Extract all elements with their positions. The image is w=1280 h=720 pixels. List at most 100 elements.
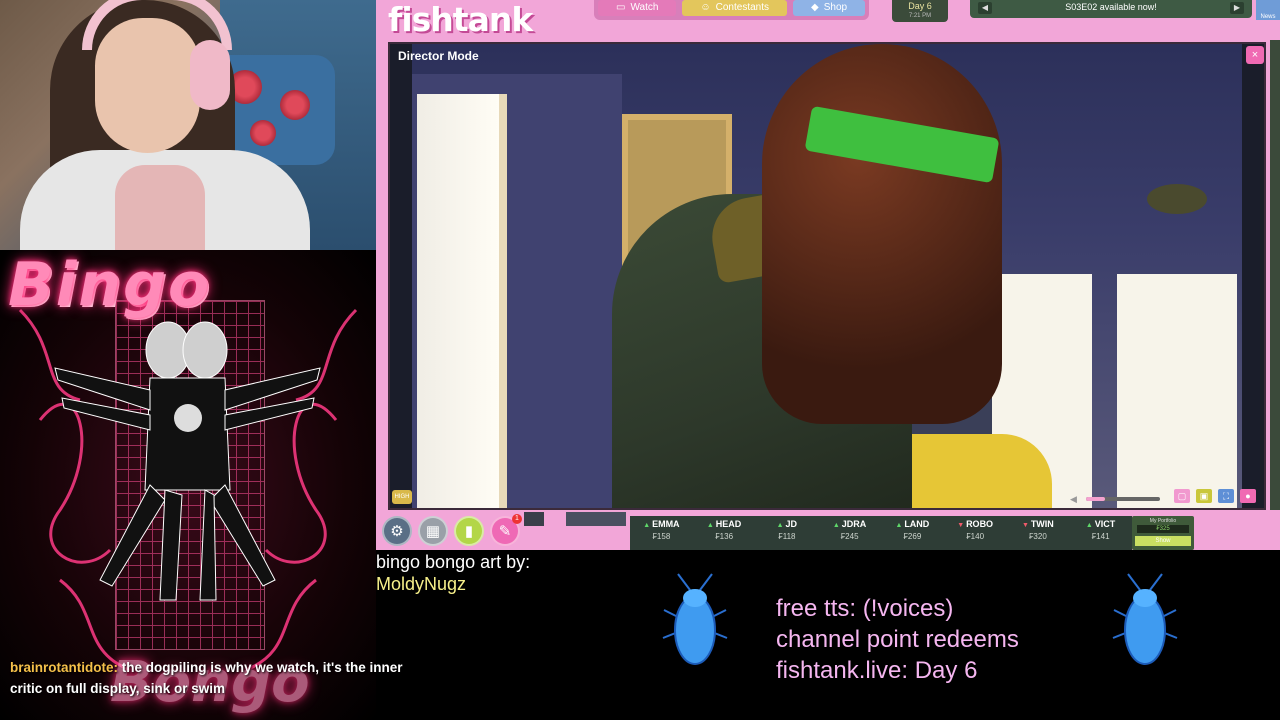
stock-item[interactable]: ▲ VICT ₣141 bbox=[1069, 516, 1132, 550]
stock-ticker-symbol: HEAD bbox=[715, 519, 742, 529]
day-label: Day 6 bbox=[908, 1, 932, 11]
ticker-prev-icon[interactable]: ◀ bbox=[978, 2, 992, 14]
toolbar-tab[interactable] bbox=[524, 512, 544, 526]
trophy-button[interactable]: ▮ bbox=[454, 516, 484, 546]
stock-item[interactable]: ▲ JDRA ₣245 bbox=[818, 516, 881, 550]
nav-watch-button[interactable]: ▭ Watch bbox=[598, 0, 677, 16]
news-tab[interactable]: News bbox=[1256, 0, 1280, 20]
stock-item[interactable]: ▲ JD ₣118 bbox=[756, 516, 819, 550]
portfolio-label: My Portfolio bbox=[1149, 518, 1177, 524]
pen-icon: ✎ bbox=[498, 523, 512, 540]
stock-name: ▼ TWIN bbox=[1007, 519, 1070, 529]
stock-name: ▲ JDRA bbox=[818, 519, 881, 529]
volume-fill bbox=[1086, 497, 1105, 501]
arrow-down-icon: ▼ bbox=[957, 522, 967, 529]
people-icon: ☺ bbox=[700, 2, 711, 13]
stock-ticker-symbol: VICT bbox=[1094, 519, 1116, 529]
portfolio-widget: My Portfolio ₣325 Show bbox=[1132, 516, 1194, 550]
settings-button[interactable]: ⚙ bbox=[382, 516, 412, 546]
headphone-icon bbox=[190, 40, 230, 110]
close-video-button[interactable]: × bbox=[1246, 46, 1264, 64]
scene-window bbox=[1117, 274, 1237, 508]
volume-icon[interactable]: ◀ bbox=[1070, 494, 1080, 504]
info-line-tts: free tts: (!voices) bbox=[776, 595, 954, 622]
ticker-text[interactable]: S03E02 available now! bbox=[1065, 2, 1157, 12]
portfolio-value: ₣325 bbox=[1137, 525, 1189, 533]
bingo-art-panel: Bingo Bongo bbox=[0, 250, 376, 720]
cart-icon: ◆ bbox=[811, 2, 819, 13]
webcam-rose bbox=[280, 90, 310, 120]
arrow-up-icon: ▲ bbox=[895, 522, 905, 529]
gear-icon: ⚙ bbox=[390, 523, 404, 540]
ticker-next-icon[interactable]: ▶ bbox=[1230, 2, 1244, 14]
stock-item[interactable]: ▼ ROBO ₣140 bbox=[944, 516, 1007, 550]
record-icon[interactable]: ● bbox=[1240, 489, 1256, 503]
info-line-day: fishtank.live: Day 6 bbox=[776, 657, 978, 684]
stock-item[interactable]: ▲ EMMA ₣158 bbox=[630, 516, 693, 550]
cockroach-icon bbox=[662, 573, 728, 665]
fishtank-window: fishtank ▭ Watch ☺ Contestants ◆ Shop Da… bbox=[376, 0, 1280, 550]
toolbar: ⚙ ▦ ▮ ✎ 1 bbox=[382, 514, 522, 546]
fullscreen-icon[interactable]: ⛶ bbox=[1218, 489, 1234, 503]
stock-name: ▲ HEAD bbox=[693, 519, 756, 529]
webcam-rose bbox=[250, 120, 276, 146]
director-mode-label: Director Mode bbox=[398, 49, 479, 63]
chat-colon: : bbox=[113, 660, 122, 675]
stock-name: ▲ EMMA bbox=[630, 519, 693, 529]
trophy-icon: ▮ bbox=[464, 523, 474, 540]
stock-price: ₣320 bbox=[1028, 532, 1047, 541]
stock-item[interactable]: ▲ HEAD ₣136 bbox=[693, 516, 756, 550]
stock-item[interactable]: ▲ LAND ₣269 bbox=[881, 516, 944, 550]
portfolio-show-button[interactable]: Show bbox=[1135, 536, 1191, 546]
clip-icon[interactable]: ▢ bbox=[1174, 489, 1190, 503]
stock-price: ₣269 bbox=[903, 532, 922, 541]
top-nav: ▭ Watch ☺ Contestants ◆ Shop bbox=[594, 0, 870, 20]
arrow-up-icon: ▲ bbox=[776, 522, 786, 529]
pen-button[interactable]: ✎ 1 bbox=[490, 514, 522, 546]
stock-item[interactable]: ▼ TWIN ₣320 bbox=[1007, 516, 1070, 550]
camera-button[interactable]: ▦ bbox=[418, 516, 448, 546]
watch-icon: ▭ bbox=[616, 2, 626, 13]
arrow-up-icon: ▲ bbox=[643, 522, 653, 529]
arrow-down-icon: ▼ bbox=[1021, 522, 1031, 529]
news-ticker: ◀ S03E02 available now! ▶ bbox=[970, 0, 1252, 18]
art-credit-line: bingo bongo art by: bbox=[376, 552, 531, 572]
pip-icon[interactable]: ▣ bbox=[1196, 489, 1212, 503]
stock-name: ▲ LAND bbox=[881, 519, 944, 529]
nav-shop-button[interactable]: ◆ Shop bbox=[793, 0, 866, 16]
nav-contestants-label: Contestants bbox=[715, 2, 770, 13]
nav-watch-label: Watch bbox=[630, 2, 659, 13]
stock-price: ₣245 bbox=[840, 532, 859, 541]
streamer-shirt bbox=[115, 165, 205, 250]
arrow-up-icon: ▲ bbox=[706, 522, 716, 529]
stock-ticker-symbol: EMMA bbox=[652, 519, 680, 529]
scene-ceiling-fan bbox=[1147, 184, 1207, 214]
day-time: 7:21 PM bbox=[908, 13, 932, 19]
webcam-feed bbox=[0, 0, 376, 250]
art-artist: MoldyNugz bbox=[376, 574, 467, 594]
stock-name: ▲ JD bbox=[756, 519, 819, 529]
stock-ticker-symbol: JDRA bbox=[841, 519, 867, 529]
nav-contestants-button[interactable]: ☺ Contestants bbox=[682, 0, 788, 16]
quality-badge[interactable]: HIGH bbox=[392, 490, 412, 504]
video-player[interactable]: Director Mode × HIGH ◀ ▢ ▣ ⛶ ● bbox=[388, 42, 1266, 510]
stock-ticker-symbol: ROBO bbox=[966, 519, 994, 529]
camera-icon: ▦ bbox=[425, 523, 441, 540]
scene-hair bbox=[762, 44, 1002, 424]
stock-name: ▲ VICT bbox=[1069, 519, 1132, 529]
scene-door bbox=[417, 94, 507, 508]
notification-badge: 1 bbox=[512, 514, 522, 524]
stream-layout: Bingo Bongo brainrotantidote: the dogpil… bbox=[0, 0, 1280, 720]
toolbar-tab[interactable] bbox=[566, 512, 626, 526]
stock-ticker-symbol: TWIN bbox=[1030, 519, 1054, 529]
volume-slider[interactable] bbox=[1086, 497, 1160, 501]
info-line-redeems: channel point redeems bbox=[776, 626, 1019, 653]
day-indicator: Day 6 7:21 PM bbox=[892, 0, 948, 22]
nav-shop-label: Shop bbox=[823, 2, 848, 13]
stock-price: ₣158 bbox=[652, 532, 671, 541]
fishtank-logo[interactable]: fishtank bbox=[388, 0, 533, 39]
bingo-title: Bingo bbox=[8, 250, 212, 320]
side-panel-edge bbox=[1270, 40, 1280, 510]
arrow-up-icon: ▲ bbox=[1085, 522, 1095, 529]
cockroach-icon bbox=[1112, 573, 1178, 665]
